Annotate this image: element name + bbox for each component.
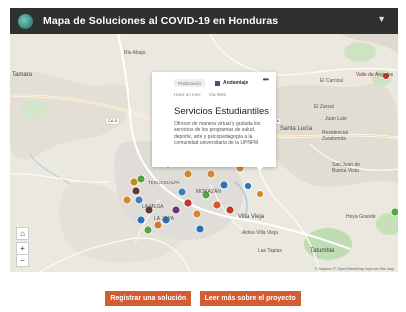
place-label: Villa Vieja: [238, 214, 265, 220]
place-label: Aldea Villa Vieja: [242, 230, 278, 236]
road-shield: CA-5: [108, 118, 118, 123]
map-attribution[interactable]: © Mapbox © OpenStreetMap Improve this ma…: [315, 267, 394, 271]
learn-more-button[interactable]: Leer más sobre el proyecto: [199, 291, 301, 306]
place-label: MORAZÁN: [196, 189, 221, 195]
place-label: Valle de Ángeles: [356, 72, 394, 78]
home-icon[interactable]: ⌂: [16, 227, 29, 240]
place-label: Hoya Grande: [346, 214, 376, 220]
popup-date: Hace un mes: [174, 92, 201, 97]
more-icon[interactable]: •••: [263, 75, 269, 84]
place-label: LA JOYA: [154, 216, 174, 222]
map-widget: Mapa de Soluciones al COVID-19 en Hondur…: [10, 8, 398, 272]
place-label: LA MESA: [142, 204, 164, 210]
popup-tags: Publicación Andamiaje: [174, 79, 248, 87]
type-badge: Publicación: [174, 79, 206, 87]
popup-pointer: [256, 166, 264, 171]
app-header: Mapa de Soluciones al COVID-19 en Hondur…: [10, 8, 398, 34]
app-logo-icon: [18, 13, 33, 29]
category-icon: [215, 80, 221, 86]
app-title: Mapa de Soluciones al COVID-19 en Hondur…: [43, 15, 279, 27]
popup-meta: Hace un mes Vía Web: [174, 92, 233, 97]
place-label: Residencial Zarahemla: [322, 130, 348, 142]
place-label: TEGUCIGALPA: [148, 180, 180, 185]
chevron-down-icon[interactable]: ▼: [377, 14, 386, 24]
solution-popup: Publicación Andamiaje ••• Hace un mes Ví…: [152, 72, 276, 167]
place-label: Juan Lalo: [325, 116, 347, 122]
action-buttons: Registrar una solución Leer más sobre el…: [0, 287, 406, 306]
category-label: Andamiaje: [223, 80, 249, 86]
zoom-out-button[interactable]: −: [16, 254, 29, 267]
popup-description: Ofrecer de manera virtual y gratuita los…: [174, 121, 261, 147]
place-label: Las Tapias: [258, 248, 282, 254]
place-label: Tamara: [12, 72, 33, 78]
place-label: San Juan de Buena Vista: [332, 162, 361, 174]
place-label: El Carrizal: [320, 78, 344, 84]
register-solution-button[interactable]: Registrar una solución: [105, 291, 192, 306]
place-label: Santa Lucía: [280, 126, 313, 132]
place-label: Rio Abajo: [124, 50, 146, 56]
popup-source: Vía Web: [208, 92, 226, 97]
popup-title[interactable]: Servicios Estudiantiles: [174, 106, 269, 117]
place-label: Tatumbla: [310, 248, 335, 254]
place-label: El Zarzal: [314, 104, 334, 110]
